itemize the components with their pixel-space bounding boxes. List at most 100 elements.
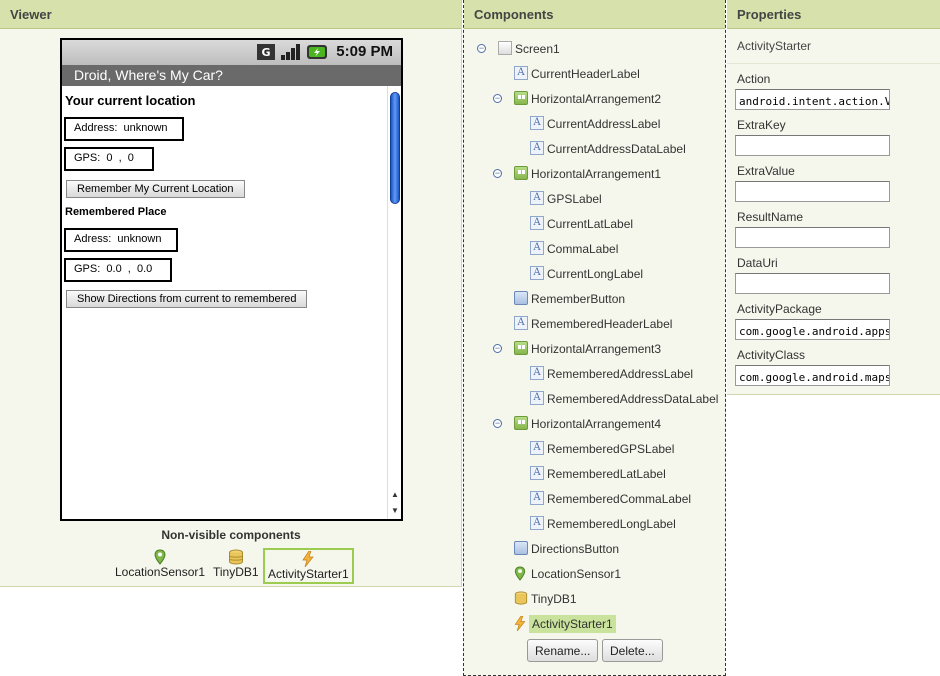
components-panel: Components − Screen1 A CurrentHeaderLabel − H… [463, 0, 726, 676]
component-tree-item-label: TinyDB1 [531, 592, 577, 606]
component-tree: − Screen1 A CurrentHeaderLabel − HorizontalAr… [464, 29, 725, 675]
properties-divider [727, 63, 940, 64]
horizontal-arrangement-icon [514, 91, 528, 105]
collapse-toggle-icon[interactable]: − [493, 169, 502, 178]
nonvisible-tinydb[interactable]: TinyDB1 [213, 549, 259, 579]
component-tree-item-label: RememberButton [531, 292, 626, 306]
label-icon: A [530, 191, 544, 205]
collapse-toggle-icon[interactable]: − [493, 419, 502, 428]
properties-panel: Properties ActivityStarter Action ExtraKe… [727, 0, 940, 395]
property-label: ExtraValue [737, 164, 795, 178]
label-icon: A [530, 516, 544, 530]
label-icon: A [530, 466, 544, 480]
status-time: 5:09 PM [336, 43, 393, 60]
gprs-icon: G [257, 44, 275, 60]
property-input-activityclass[interactable] [735, 365, 890, 386]
component-tree-item-label: ActivityStarter1 [529, 615, 616, 633]
nonvisible-tinydb-label: TinyDB1 [213, 565, 259, 579]
phone-screen: Your current location Address: unknown G… [62, 86, 387, 519]
current-header-label: Your current location [65, 93, 196, 108]
label-icon: A [530, 491, 544, 505]
nonvisible-location-sensor-label: LocationSensor1 [115, 565, 206, 579]
component-tree-item-label: HorizontalArrangement2 [531, 92, 662, 106]
label-icon: A [530, 391, 544, 405]
property-label: ExtraKey [737, 118, 786, 132]
phone-scrollbar[interactable]: ▲ ▼ [387, 86, 401, 519]
viewer-header: Viewer [0, 0, 461, 29]
component-tree-item-label: Screen1 [515, 42, 560, 56]
component-tree-item-label: RememberedCommaLabel [547, 492, 692, 506]
signal-icon [281, 44, 300, 60]
scroll-down-arrow-icon[interactable]: ▼ [389, 506, 401, 515]
database-icon [514, 591, 528, 605]
properties-body: ActivityStarter Action ExtraKey ExtraValue… [727, 29, 940, 394]
component-tree-item-label: RememberedLatLabel [547, 467, 666, 481]
scroll-up-arrow-icon[interactable]: ▲ [389, 490, 401, 499]
label-icon: A [530, 216, 544, 230]
property-input-extravalue[interactable] [735, 181, 890, 202]
component-tree-item-label: RememberedGPSLabel [547, 442, 675, 456]
lightning-icon [302, 551, 315, 567]
component-tree-item-label: CurrentLongLabel [547, 267, 644, 281]
component-tree-item-label: CurrentAddressDataLabel [547, 142, 686, 156]
nonvisible-activity-starter[interactable]: ActivityStarter1 [263, 548, 354, 584]
component-tree-item-label: CurrentAddressLabel [547, 117, 661, 131]
properties-component-name: ActivityStarter [737, 39, 812, 53]
property-input-resultname[interactable] [735, 227, 890, 248]
remembered-address-arrangement: Adress: unknown [64, 228, 178, 252]
horizontal-arrangement-icon [514, 416, 528, 430]
component-tree-item-label: RememberedLongLabel [547, 517, 676, 531]
scroll-thumb[interactable] [390, 92, 400, 204]
location-pin-icon [514, 566, 528, 581]
svg-text:G: G [261, 46, 270, 59]
collapse-toggle-icon[interactable]: − [477, 44, 486, 53]
nonvisible-activity-starter-label: ActivityStarter1 [268, 567, 349, 581]
components-header: Components [464, 0, 725, 29]
component-tree-item-label: CurrentHeaderLabel [531, 67, 640, 81]
remembered-gps-arrangement: GPS: 0.0 , 0.0 [64, 258, 172, 282]
label-icon: A [530, 366, 544, 380]
component-tree-item-label: RememberedAddressDataLabel [547, 392, 719, 406]
delete-button[interactable]: Delete... [602, 639, 663, 662]
rename-button[interactable]: Rename... [527, 639, 599, 662]
label-icon: A [530, 441, 544, 455]
property-input-action[interactable] [735, 89, 890, 110]
directions-button[interactable]: Show Directions from current to remember… [66, 290, 308, 308]
horizontal-arrangement-icon [514, 166, 528, 180]
component-tree-item-label: GPSLabel [547, 192, 602, 206]
component-tree-item-label: HorizontalArrangement1 [531, 167, 662, 181]
property-label: ResultName [737, 210, 804, 224]
button-icon [514, 541, 528, 555]
component-tree-item-label: HorizontalArrangement3 [531, 342, 662, 356]
label-icon: A [514, 316, 528, 330]
property-input-extrakey[interactable] [735, 135, 890, 156]
property-label: Action [737, 72, 771, 86]
viewer-panel: Viewer G 5:09 PM Droid, Where's My Car? … [0, 0, 462, 587]
horizontal-arrangement-icon [514, 341, 528, 355]
property-input-datauri[interactable] [735, 273, 890, 294]
remember-button[interactable]: Remember My Current Location [66, 180, 245, 198]
label-icon: A [530, 141, 544, 155]
button-icon [514, 291, 528, 305]
label-icon: A [530, 266, 544, 280]
property-input-activitypackage[interactable] [735, 319, 890, 340]
remembered-header-label: Remembered Place [65, 206, 167, 218]
database-icon [228, 549, 243, 565]
component-tree-item-label: RememberedHeaderLabel [531, 317, 673, 331]
property-label: ActivityPackage [737, 302, 822, 316]
collapse-toggle-icon[interactable]: − [493, 344, 502, 353]
location-pin-icon [154, 549, 166, 565]
properties-header: Properties [727, 0, 940, 29]
component-tree-item-label: LocationSensor1 [531, 567, 622, 581]
nonvisible-components-title: Non-visible components [161, 528, 301, 542]
screen-icon [498, 41, 512, 55]
phone-preview: G 5:09 PM Droid, Where's My Car? Your cu… [60, 38, 403, 521]
status-bar: G 5:09 PM [62, 40, 401, 65]
app-title-bar: Droid, Where's My Car? [62, 65, 401, 86]
nonvisible-location-sensor[interactable]: LocationSensor1 [115, 549, 205, 579]
current-gps-arrangement: GPS: 0 , 0 [64, 147, 154, 171]
component-tree-item-label: RememberedAddressLabel [547, 367, 694, 381]
label-icon: A [530, 116, 544, 130]
collapse-toggle-icon[interactable]: − [493, 94, 502, 103]
component-tree-item-label: HorizontalArrangement4 [531, 417, 662, 431]
